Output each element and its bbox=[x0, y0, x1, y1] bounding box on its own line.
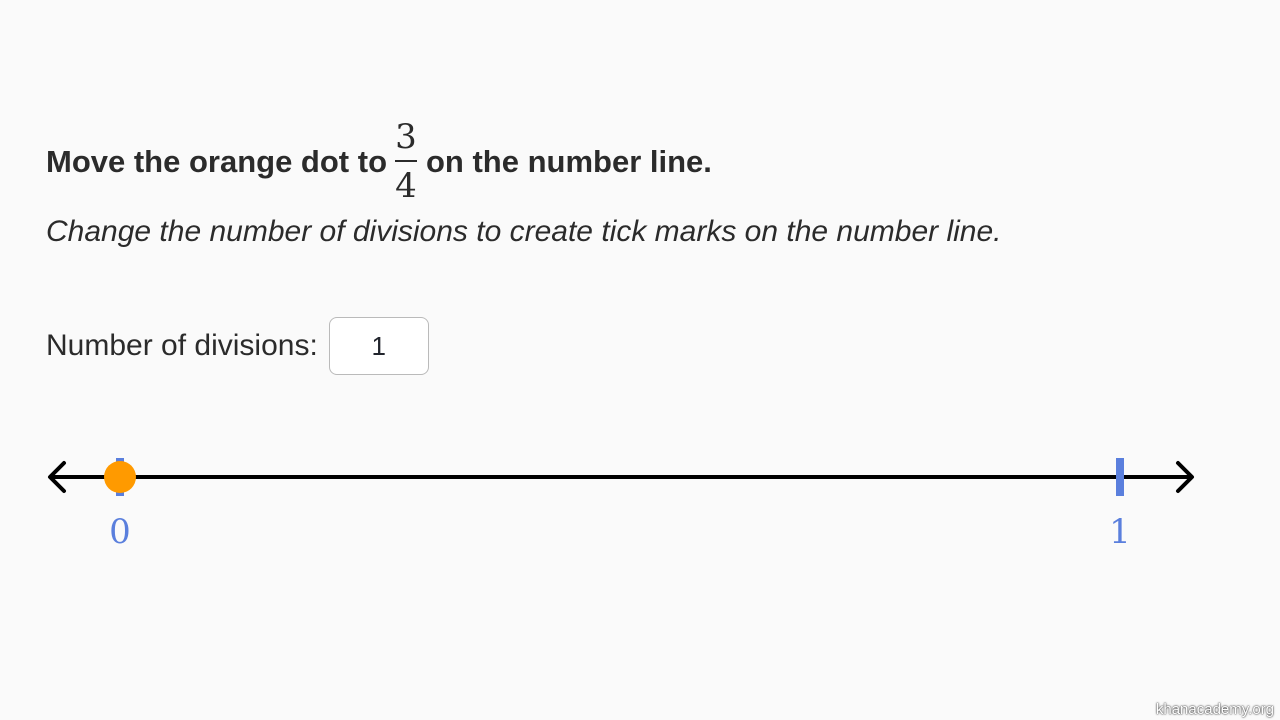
orange-dot[interactable] bbox=[104, 461, 136, 493]
prompt-text-before: Move the orange dot to bbox=[46, 143, 387, 179]
divisions-input[interactable] bbox=[328, 317, 429, 375]
tick-labels: 01 bbox=[109, 512, 1131, 552]
fraction-bar bbox=[395, 160, 417, 162]
watermark-text: khanacademy.org bbox=[1155, 701, 1274, 718]
tick-label-0: 0 bbox=[109, 512, 131, 552]
number-line: 01 bbox=[48, 458, 1194, 552]
prompt-text-after: on the number line. bbox=[426, 143, 712, 179]
fraction-denominator: 4 bbox=[395, 166, 417, 206]
question-prompt: Move the orange dot to 3 4 on the number… bbox=[46, 118, 712, 205]
divisions-label: Number of divisions: bbox=[46, 329, 318, 362]
instruction-text: Change the number of divisions to create… bbox=[46, 215, 1002, 248]
fraction-numerator: 3 bbox=[395, 117, 417, 157]
tick-label-1: 1 bbox=[1109, 512, 1131, 552]
divisions-control: Number of divisions: bbox=[46, 316, 429, 376]
target-fraction: 3 4 bbox=[395, 118, 417, 205]
exercise-stage: Move the orange dot to 3 4 on the number… bbox=[0, 0, 1280, 720]
